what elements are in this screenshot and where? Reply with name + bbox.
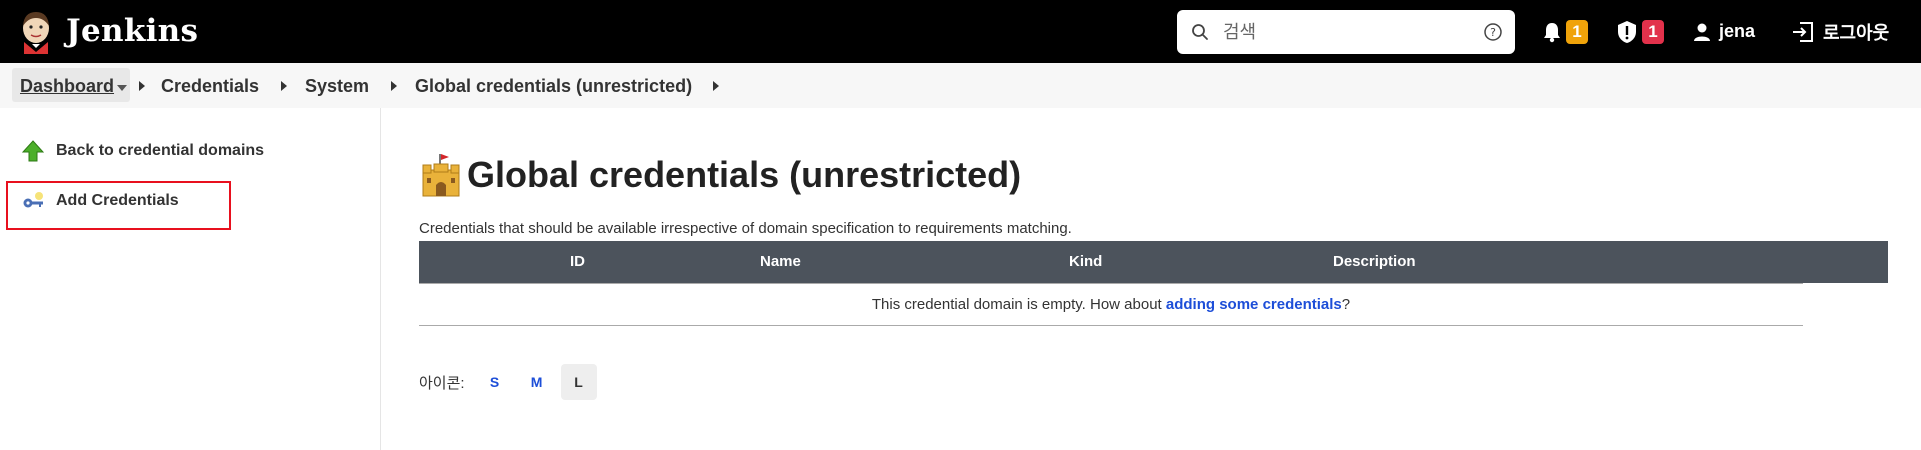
chevron-down-icon[interactable] <box>117 85 127 91</box>
icon-size-label: 아이콘: <box>419 374 465 392</box>
security-button[interactable]: 1 <box>1616 0 1664 63</box>
icon-size-medium-button[interactable]: M <box>519 364 555 400</box>
column-header-kind[interactable]: Kind <box>1069 253 1102 270</box>
empty-message-suffix: ? <box>1341 296 1351 313</box>
help-icon[interactable]: ? <box>1483 22 1503 42</box>
empty-table-message: This credential domain is empty. How abo… <box>419 296 1803 313</box>
logout-button[interactable]: 로그아웃 <box>1791 0 1889 63</box>
jenkins-logo[interactable]: Jenkins <box>18 8 198 54</box>
breadcrumb-dashboard[interactable]: Dashboard <box>20 76 114 97</box>
search-icon <box>1192 24 1208 40</box>
breadcrumb-credentials[interactable]: Credentials <box>161 76 259 97</box>
notifications-badge: 1 <box>1566 19 1588 44</box>
notifications-button[interactable]: 1 <box>1542 0 1588 63</box>
icon-size-small-button[interactable]: S <box>477 364 513 400</box>
search-input[interactable] <box>1223 18 1473 46</box>
jenkins-butler-icon <box>23 12 49 54</box>
breadcrumb-separator-icon[interactable] <box>713 81 719 91</box>
arrow-up-icon <box>22 140 44 162</box>
brand-name: Jenkins <box>66 13 199 49</box>
table-divider <box>419 283 1803 284</box>
column-header-id[interactable]: ID <box>570 253 585 270</box>
top-header: Jenkins ? 1 1 jena <box>0 0 1921 63</box>
logout-icon <box>1793 21 1813 42</box>
empty-message-text: This credential domain is empty. How abo… <box>871 296 1166 313</box>
bell-icon <box>1544 22 1560 42</box>
table-header: ID Name Kind Description <box>419 241 1888 283</box>
user-menu[interactable]: jena <box>1693 0 1755 63</box>
page-title: Global credentials (unrestricted) <box>467 154 1022 195</box>
breadcrumb-separator-icon[interactable] <box>391 81 397 91</box>
search-box: ? <box>1177 10 1515 54</box>
add-credentials-link[interactable]: adding some credentials <box>1166 296 1342 313</box>
breadcrumb-separator-icon[interactable] <box>281 81 287 91</box>
page-description: Credentials that should be available irr… <box>419 220 1072 237</box>
icon-size-selector: 아이콘: S M L <box>419 364 597 400</box>
shield-alert-icon <box>1618 20 1636 43</box>
highlight-box <box>6 181 231 230</box>
sidebar-item-label: Back to credential domains <box>56 142 265 159</box>
castle-icon <box>422 154 460 197</box>
user-icon <box>1694 23 1710 41</box>
breadcrumb-separator-icon[interactable] <box>139 81 145 91</box>
breadcrumb-system[interactable]: System <box>305 76 369 97</box>
column-header-name[interactable]: Name <box>760 253 801 270</box>
logout-label: 로그아웃 <box>1823 22 1890 43</box>
column-header-description[interactable]: Description <box>1333 253 1416 270</box>
breadcrumb: Dashboard Credentials System Global cred… <box>0 63 1921 108</box>
user-name: jena <box>1719 21 1756 41</box>
table-divider <box>419 325 1803 326</box>
breadcrumb-global-credentials[interactable]: Global credentials (unrestricted) <box>415 76 692 97</box>
icon-size-large-button[interactable]: L <box>560 364 597 400</box>
page-header: Global credentials (unrestricted) <box>419 152 1021 198</box>
security-badge: 1 <box>1642 19 1664 44</box>
svg-text:?: ? <box>1490 26 1496 39</box>
sidebar-item-back[interactable]: Back to credential domains <box>22 140 264 162</box>
